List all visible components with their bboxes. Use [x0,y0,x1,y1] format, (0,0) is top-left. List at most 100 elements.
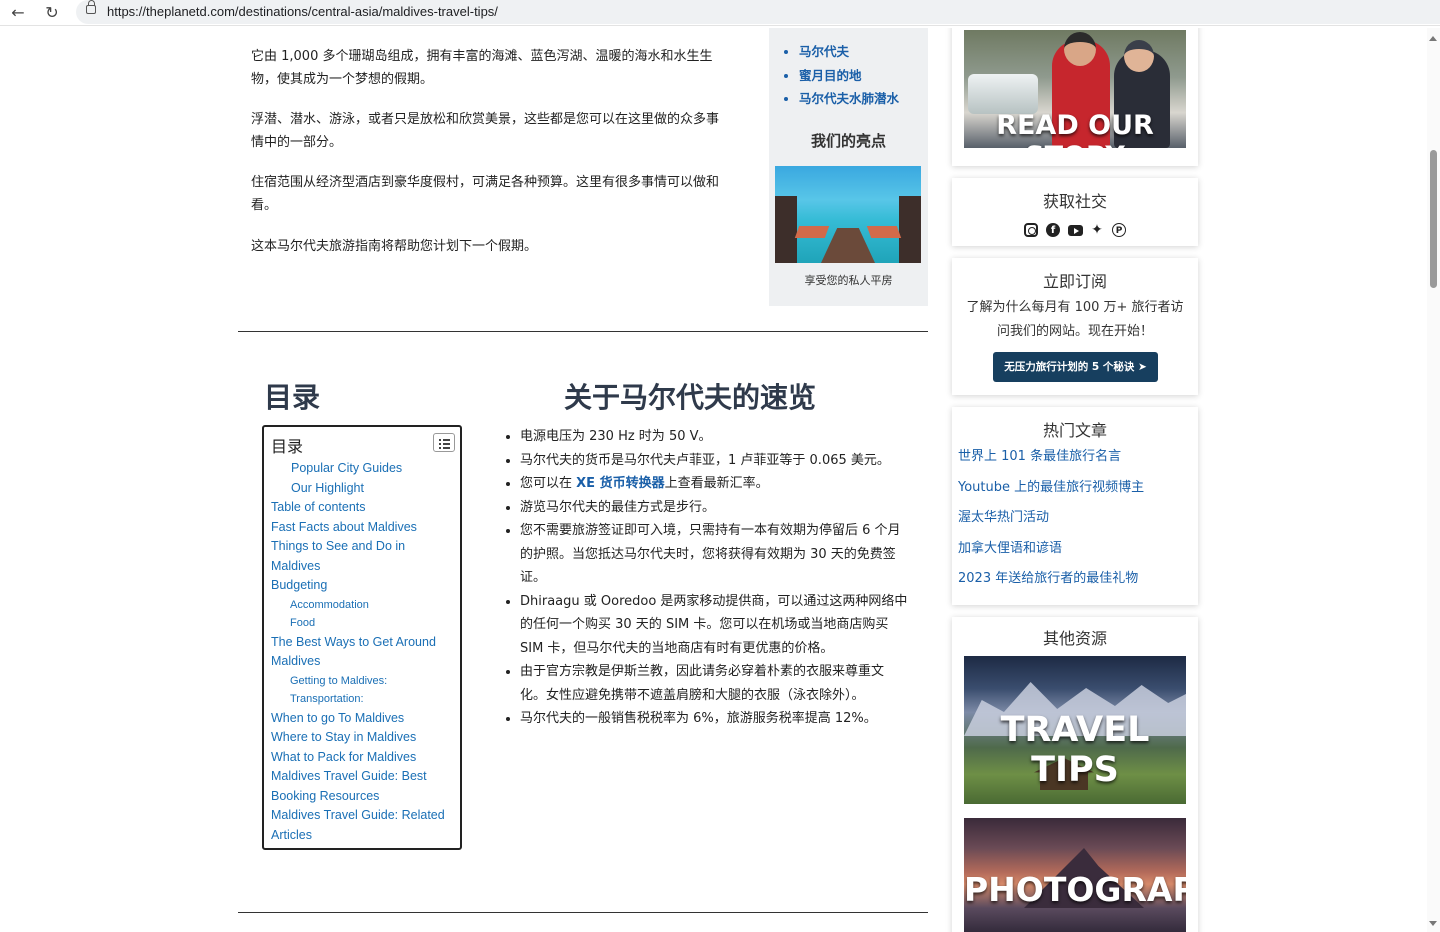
railing-right [899,196,921,263]
popular-post-link[interactable]: 2023 年送给旅行者的最佳礼物 [958,569,1194,600]
toc-link[interactable]: Maldives Travel Guide: Best Booking Reso… [271,767,456,806]
popular-post-link[interactable]: 世界上 101 条最佳旅行名言 [958,447,1194,478]
quick-fact-text: 上查看最新汇率。 [664,476,769,491]
quick-fact-item: 电源电压为 230 Hz 时为 50 V。 [520,425,908,449]
highlight-box: 马尔代夫 蜜月目的地 马尔代夫水肺潜水 我们的亮点 享受您的私人平房 [769,28,928,306]
travel-tips-banner: TRAVEL TIPS [1000,710,1150,790]
page-scrollbar[interactable] [1427,28,1440,932]
lounger [866,226,902,238]
subscribe-title: 立即订阅 [1042,272,1107,291]
toc-link[interactable]: When to go To Maldives [271,709,456,729]
our-story-image[interactable]: READ OUR STORY [964,30,1186,148]
highlight-link[interactable]: 马尔代夫 [799,44,849,59]
toc-link[interactable]: Table of contents [271,498,456,518]
toc-heading: 目录 [264,381,321,414]
quick-fact-item: 游览马尔代夫的最佳方式是步行。 [520,496,908,520]
quick-facts-heading: 关于马尔代夫的速览 [563,381,816,414]
intro-paragraph: 住宿范围从经济型酒店到豪华度假村，可满足各种预算。这里有很多事情可以做和看。 [251,175,720,213]
popular-list: 世界上 101 条最佳旅行名言 Youtube 上的最佳旅行视频博主 渥太华热门… [958,447,1194,600]
quick-fact-item: 由于官方宗教是伊斯兰教，因此请务必穿着朴素的衣服来尊重文化。女性应避免携带不遮盖… [520,660,908,707]
quick-facts-list: 电源电压为 230 Hz 时为 50 V。马尔代夫的货币是马尔代夫卢菲亚，1 卢… [520,425,908,731]
divider [238,912,928,913]
person-face [1064,32,1096,66]
quick-fact-item: 马尔代夫的一般销售税税率为 6%，旅游服务税率提高 12%。 [520,707,908,731]
toc-link[interactable]: Maldives Travel Guide: Related Articles [271,806,456,845]
scrollbar-thumb[interactable] [1430,150,1437,288]
highlight-link[interactable]: 蜜月目的地 [799,68,862,83]
highlight-link-item: 马尔代夫水肺潜水 [799,87,899,111]
subscribe-text: 了解为什么每月有 100 万+ 旅行者访问我们的网站。现在开始！ [966,300,1184,339]
photo-caption: 享受您的私人平房 [804,274,893,287]
highlight-title: 我们的亮点 [810,132,886,150]
lock-icon [86,0,96,14]
quick-fact-text: 您可以在 [520,476,577,491]
toc-box-title: 目录 [271,437,304,456]
waterfall [968,74,1038,114]
social-title: 获取社交 [1042,192,1107,211]
popular-post-link[interactable]: Youtube 上的最佳旅行视频博主 [958,478,1194,509]
toc-link[interactable]: What to Pack for Maldives [271,748,456,768]
intro-paragraph: 这本马尔代夫旅游指南将帮助您计划下一个假期。 [251,239,538,254]
quick-fact-item: 您不需要旅游签证即可入境，只需持有一本有效期为停留后 6 个月的护照。当您抵达马… [520,519,908,590]
photography-image[interactable]: PHOTOGRAPHY [964,818,1186,932]
story-widget: READ OUR STORY [952,28,1198,166]
toc-link[interactable]: Things to See and Do in Maldives [271,537,456,576]
subscribe-button-label: 无压力旅行计划的 5 个秘诀 [1004,361,1135,373]
popular-post-link[interactable]: 渥太华热门活动 [958,508,1194,539]
toc-link[interactable]: Our Highlight [271,479,456,499]
highlight-link-item: 蜜月目的地 [799,64,899,88]
popular-title: 热门文章 [1042,421,1107,440]
back-arrow-icon[interactable]: ← [7,2,29,24]
scroll-down-icon[interactable] [1429,921,1437,926]
quick-fact-item: 马尔代夫的货币是马尔代夫卢菲亚，1 卢菲亚等于 0.065 美元。 [520,449,908,473]
lounger [794,226,830,238]
highlight-link[interactable]: 马尔代夫水肺潜水 [799,91,899,106]
toc-link[interactable]: The Best Ways to Get Around Maldives [271,633,456,672]
quick-fact-item: 您可以在 XE 货币转换器上查看最新汇率。 [520,472,908,496]
intro-paragraph: 它由 1,000 多个珊瑚岛组成，拥有丰富的海滩、蓝色泻湖、温暖的海水和水生生物… [251,49,713,87]
highlight-links: 马尔代夫 蜜月目的地 马尔代夫水肺潜水 [799,40,899,111]
deck [821,228,875,263]
toc-link[interactable]: Accommodation [271,596,456,615]
subscribe-widget: 立即订阅 了解为什么每月有 100 万+ 旅行者访问我们的网站。现在开始！ 无压… [952,258,1198,395]
toc-link[interactable]: Fast Facts about Maldives [271,518,456,538]
travel-tips-image[interactable]: TRAVEL TIPS [964,656,1186,804]
scroll-up-icon[interactable] [1429,36,1437,41]
story-banner-text: READ OUR STORY [996,110,1154,148]
address-bar[interactable]: https://theplanetd.com/destinations/cent… [76,0,1440,24]
web-page: 它由 1,000 多个珊瑚岛组成，拥有丰富的海滩、蓝色泻湖、温暖的海水和水生生物… [4,28,1426,932]
social-icons: f ✦ P [1022,223,1128,239]
toc-link[interactable]: Getting to Maldives: [271,672,456,691]
twitter-icon[interactable]: ✦ [1090,223,1104,237]
reload-icon[interactable]: ↻ [41,2,63,24]
toc-link[interactable]: Popular City Guides [271,459,456,479]
toc-link[interactable]: Budgeting [271,576,456,596]
currency-converter-link[interactable]: XE 货币转换器 [576,476,664,491]
toc-link[interactable]: Food [271,614,456,633]
resources-title: 其他资源 [1042,629,1107,648]
table-of-contents: 目录 Popular City Guides Our Highlight Table… [262,425,462,850]
instagram-icon[interactable] [1024,223,1038,237]
quick-fact-item: Dhiraagu 或 Ooredoo 是两家移动提供商，可以通过这两种网络中的任… [520,590,908,661]
social-widget: 获取社交 f ✦ P [952,178,1198,246]
resources-widget: 其他资源 TRAVEL TIPS PHOTOGRAPHY [952,617,1198,932]
photography-banner: PHOTOGRAPHY [964,870,1186,909]
popular-post-link[interactable]: 加拿大俚语和谚语 [958,539,1194,570]
facebook-icon[interactable]: f [1046,223,1060,237]
toc-link[interactable]: Where to Stay in Maldives [271,728,456,748]
toc-link[interactable]: Transportation: [271,690,456,709]
pinterest-icon[interactable]: P [1112,223,1126,237]
toc-list: Popular City Guides Our Highlight Table of… [271,459,456,845]
divider [238,331,928,332]
browser-toolbar: ← ↻ https://theplanetd.com/destinations/… [0,0,1440,26]
person-face [1124,40,1154,72]
intro-paragraph: 浮潜、潜水、游泳，或者只是放松和欣赏美景，这些都是您可以在这里做的众多事情中的一… [251,112,720,150]
toc-toggle-icon[interactable] [433,433,455,452]
popular-posts-widget: 热门文章 世界上 101 条最佳旅行名言 Youtube 上的最佳旅行视频博主 … [952,407,1198,605]
url-text[interactable]: https://theplanetd.com/destinations/cent… [107,4,498,19]
youtube-icon[interactable] [1068,225,1083,236]
highlight-link-item: 马尔代夫 [799,40,899,64]
bungalow-photo[interactable] [775,166,921,263]
subscribe-button[interactable]: 无压力旅行计划的 5 个秘诀 ➤ [993,352,1158,382]
railing-left [775,196,797,263]
